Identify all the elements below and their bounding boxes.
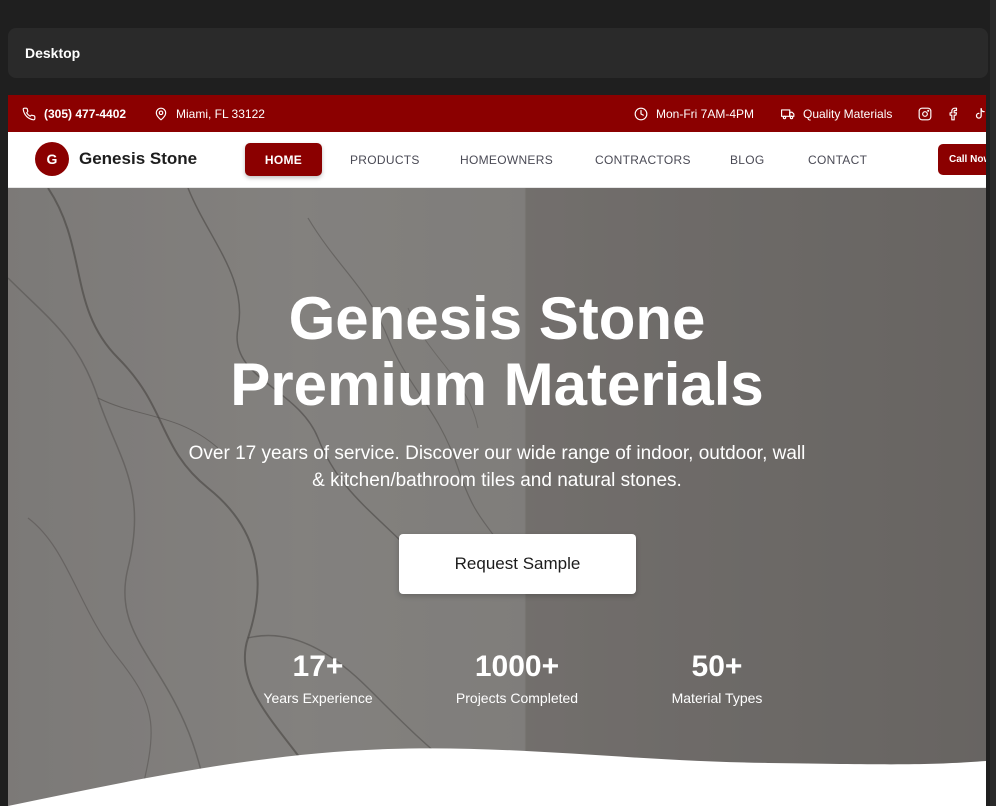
tiktok-link[interactable] [973, 95, 986, 132]
call-now-button[interactable]: Call Now [938, 144, 986, 175]
map-pin-icon [155, 107, 167, 120]
logo-badge[interactable]: G [35, 142, 69, 176]
website-preview: (305) 477-4402 Miami, FL 33122 Mon-Fri 7… [8, 95, 986, 806]
tiktok-icon [975, 107, 985, 119]
phone-icon [22, 107, 36, 120]
stat-value: 1000+ [474, 650, 560, 683]
device-toolbar: Desktop [8, 28, 988, 78]
stat-label: Projects Completed [455, 690, 579, 706]
instagram-icon [918, 107, 932, 120]
nav-home[interactable]: HOME [245, 143, 322, 176]
window-scrollbar[interactable] [990, 0, 996, 806]
stat-years: 17+ Years Experience [228, 648, 408, 706]
hero-title-line-2: Premium Materials [230, 351, 764, 418]
location-text: Miami, FL 33122 [176, 106, 265, 121]
clock-icon [634, 107, 648, 120]
nav-contractors[interactable]: CONTRACTORS [595, 132, 691, 188]
instagram-link[interactable] [918, 95, 932, 132]
hero-overlay [8, 188, 986, 806]
nav-products[interactable]: PRODUCTS [350, 132, 420, 188]
location-info: Miami, FL 33122 [154, 95, 265, 132]
hero-title: Genesis Stone Premium Materials [8, 286, 986, 418]
stat-value: 50+ [691, 650, 743, 683]
hours-info: Mon-Fri 7AM-4PM [634, 95, 754, 132]
nav-homeowners[interactable]: HOMEOWNERS [460, 132, 553, 188]
stat-label: Years Experience [263, 690, 373, 706]
device-label: Desktop [25, 45, 81, 61]
nav-contact[interactable]: CONTACT [808, 132, 867, 188]
phone-link[interactable]: (305) 477-4402 [22, 95, 126, 132]
hours-text: Mon-Fri 7AM-4PM [656, 106, 755, 121]
facebook-icon [949, 107, 958, 120]
brand-name[interactable]: Genesis Stone [79, 149, 197, 169]
logo-letter: G [46, 151, 58, 167]
quality-info: Quality Materials [781, 95, 892, 132]
stat-value: 17+ [292, 650, 344, 683]
request-sample-button[interactable]: Request Sample [399, 534, 636, 594]
facebook-link[interactable] [946, 95, 960, 132]
stat-projects: 1000+ Projects Completed [427, 648, 607, 706]
nav-blog[interactable]: BLOG [730, 132, 765, 188]
top-info-bar: (305) 477-4402 Miami, FL 33122 Mon-Fri 7… [8, 95, 986, 132]
stat-label: Material Types [671, 690, 763, 706]
quality-text: Quality Materials [803, 106, 893, 121]
stat-materials: 50+ Material Types [627, 648, 807, 706]
hero-subtitle: Over 17 years of service. Discover our w… [188, 443, 806, 491]
phone-number: (305) 477-4402 [44, 106, 127, 121]
hero-wave-divider [8, 748, 986, 806]
truck-icon [781, 108, 795, 119]
hero-section: Genesis Stone Premium Materials Over 17 … [8, 188, 986, 806]
main-navbar: G Genesis Stone HOME PRODUCTS HOMEOWNERS… [8, 132, 986, 188]
hero-title-line-1: Genesis Stone [288, 285, 706, 352]
